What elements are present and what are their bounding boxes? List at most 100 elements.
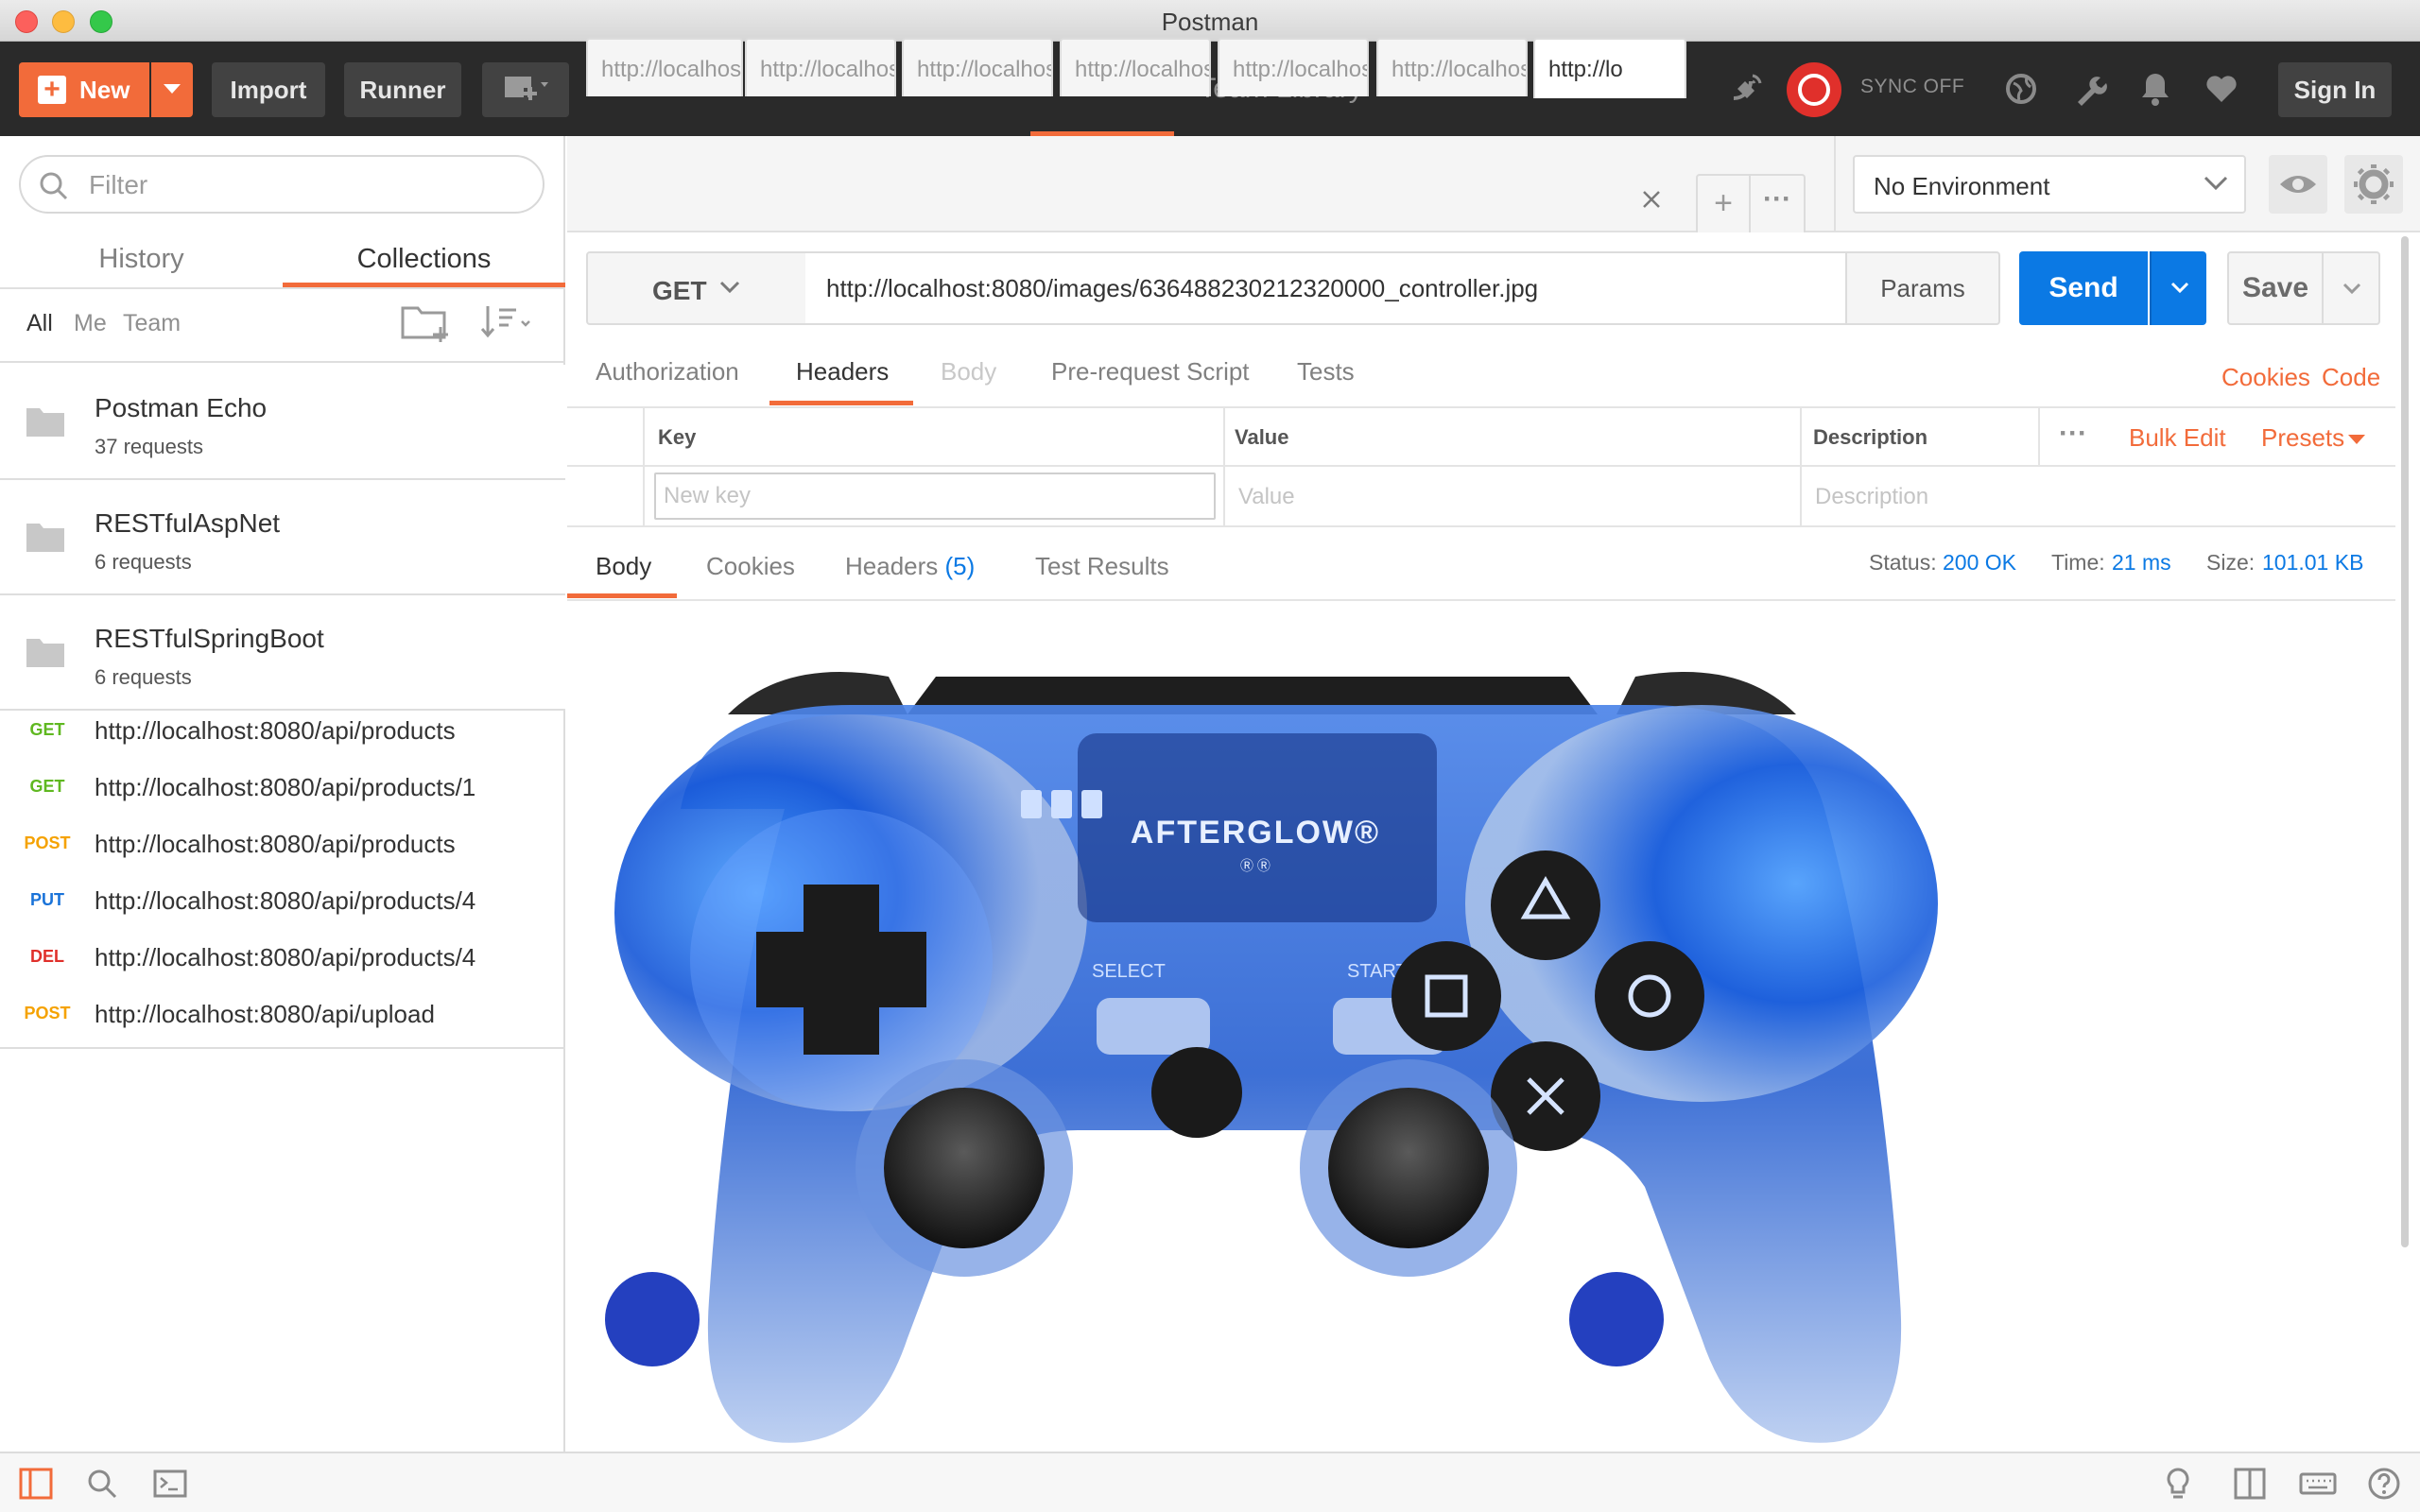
cookies-link[interactable]: Cookies	[2221, 363, 2310, 392]
lightbulb-icon[interactable]	[2161, 1467, 2195, 1501]
import-button[interactable]: Import	[212, 62, 325, 117]
filter-me[interactable]: Me	[74, 310, 107, 337]
presets-dropdown[interactable]: Presets	[2261, 423, 2344, 453]
method-badge: POST	[24, 1004, 71, 1022]
brand-logo-subtext: Ⓡ Ⓡ	[1240, 858, 1270, 873]
column-divider	[643, 408, 645, 525]
new-dropdown-button[interactable]	[151, 62, 193, 117]
help-icon[interactable]	[2367, 1467, 2401, 1501]
status-bar	[0, 1452, 2420, 1512]
request-tab[interactable]: http://localhost	[586, 38, 743, 96]
collection-item[interactable]: RESTfulAspNet 6 requests	[0, 480, 565, 595]
active-tab-indicator	[567, 593, 677, 598]
send-button[interactable]: Send	[2019, 251, 2148, 325]
environment-quick-look-button[interactable]	[2269, 155, 2327, 214]
new-button[interactable]: + New	[19, 62, 149, 117]
history-item[interactable]: GET http://localhost:8080/api/products/1	[0, 760, 565, 816]
add-tab-button[interactable]: +	[1696, 174, 1751, 232]
scrollbar[interactable]	[2401, 236, 2409, 1247]
history-item[interactable]: GET http://localhost:8080/api/products	[0, 703, 565, 760]
method-select[interactable]: GET	[586, 251, 807, 325]
response-tab-test-results[interactable]: Test Results	[1035, 552, 1169, 581]
new-button-label: New	[79, 75, 130, 104]
eye-icon	[2280, 176, 2316, 193]
chevron-down-icon	[2342, 283, 2361, 295]
runner-button[interactable]: Runner	[344, 62, 461, 117]
sort-icon[interactable]	[478, 302, 537, 340]
manage-environments-button[interactable]	[2344, 155, 2403, 214]
search-icon[interactable]	[85, 1467, 119, 1501]
new-key-input[interactable]	[654, 472, 1216, 520]
collection-item[interactable]: Postman Echo 37 requests	[0, 365, 565, 480]
history-url: http://localhost:8080/api/products/1	[95, 773, 476, 801]
sync-status-icon[interactable]	[1787, 62, 1841, 117]
response-tab-cookies[interactable]: Cookies	[706, 552, 795, 581]
tab-body[interactable]: Body	[941, 357, 996, 387]
tab-headers[interactable]: Headers	[796, 357, 889, 387]
filter-input[interactable]	[89, 168, 524, 202]
wrench-icon[interactable]	[2070, 70, 2108, 108]
response-tab-body[interactable]: Body	[596, 552, 651, 581]
history-item[interactable]: POST http://localhost:8080/api/upload	[0, 987, 565, 1043]
tab-tests[interactable]: Tests	[1297, 357, 1355, 387]
collection-request-count: 6 requests	[95, 550, 192, 574]
save-button[interactable]: Save	[2227, 251, 2324, 325]
close-tab-icon[interactable]	[1641, 189, 1662, 210]
request-tab[interactable]: http://localhost	[1218, 38, 1369, 96]
more-tabs-button[interactable]: ···	[1751, 174, 1806, 232]
filter-team[interactable]: Team	[123, 310, 181, 337]
console-icon[interactable]	[153, 1467, 187, 1501]
filter-box[interactable]	[19, 155, 544, 214]
request-tab-active[interactable]: http://lo	[1533, 38, 1686, 98]
globe-icon[interactable]	[2002, 70, 2040, 108]
send-dropdown-button[interactable]	[2150, 251, 2206, 325]
bell-icon[interactable]	[2136, 70, 2174, 108]
url-input[interactable]	[805, 251, 1847, 325]
history-item[interactable]: DEL http://localhost:8080/api/products/4	[0, 930, 565, 987]
window-title: Postman	[1161, 8, 1259, 36]
title-bar: Postman	[0, 0, 2420, 42]
save-dropdown-button[interactable]	[2322, 251, 2380, 325]
tab-authorization[interactable]: Authorization	[596, 357, 739, 387]
request-tab[interactable]: http://localhost	[1060, 38, 1211, 96]
history-url: http://localhost:8080/api/products	[95, 830, 456, 858]
divider	[0, 361, 565, 363]
environment-select[interactable]: No Environment	[1853, 155, 2246, 214]
code-link[interactable]: Code	[2322, 363, 2380, 392]
history-item[interactable]: PUT http://localhost:8080/api/products/4	[0, 873, 565, 930]
response-tab-headers[interactable]: Headers (5)	[845, 552, 975, 581]
new-description-input[interactable]: Description	[1815, 484, 1928, 510]
more-options-icon[interactable]: ···	[2059, 418, 2087, 450]
params-button[interactable]: Params	[1845, 251, 2000, 325]
collection-item[interactable]: RESTfulSpringBoot 6 requests	[0, 595, 565, 711]
bulk-edit-link[interactable]: Bulk Edit	[2129, 423, 2226, 453]
new-value-input[interactable]: Value	[1238, 484, 1295, 510]
satellite-icon[interactable]	[1728, 70, 1766, 108]
divider	[567, 525, 2395, 527]
filter-all[interactable]: All	[26, 310, 53, 337]
tab-collections[interactable]: Collections	[283, 231, 565, 287]
request-tab[interactable]: http://localhost	[902, 38, 1053, 96]
headers-count-badge: (5)	[944, 552, 976, 580]
tab-history[interactable]: History	[0, 231, 283, 287]
history-item[interactable]: POST http://localhost:8080/api/products	[0, 816, 565, 873]
collection-name: RESTfulAspNet	[95, 508, 281, 538]
status-value[interactable]: 200 OK	[1943, 550, 2016, 576]
heart-icon[interactable]	[2203, 70, 2240, 108]
new-collection-icon[interactable]	[399, 301, 452, 344]
keyboard-icon[interactable]	[2299, 1467, 2337, 1501]
time-value[interactable]: 21 ms	[2112, 550, 2171, 576]
toggle-sidebar-icon[interactable]	[19, 1467, 53, 1501]
tab-pre-request-script[interactable]: Pre-request Script	[1051, 357, 1250, 387]
history-url: http://localhost:8080/api/upload	[95, 1000, 435, 1028]
time-label: Time:	[2051, 550, 2105, 575]
history-url: http://localhost:8080/api/products	[95, 716, 456, 745]
two-pane-view-icon[interactable]	[2233, 1467, 2267, 1501]
request-tab[interactable]: http://localhost	[1376, 38, 1528, 96]
request-tab[interactable]: http://localhost	[745, 38, 896, 96]
size-value[interactable]: 101.01 KB	[2262, 550, 2363, 576]
sync-status-label: SYNC OFF	[1860, 76, 1965, 97]
sign-in-button[interactable]: Sign In	[2278, 62, 2392, 117]
new-window-button[interactable]	[482, 62, 569, 117]
divider	[0, 1047, 565, 1049]
